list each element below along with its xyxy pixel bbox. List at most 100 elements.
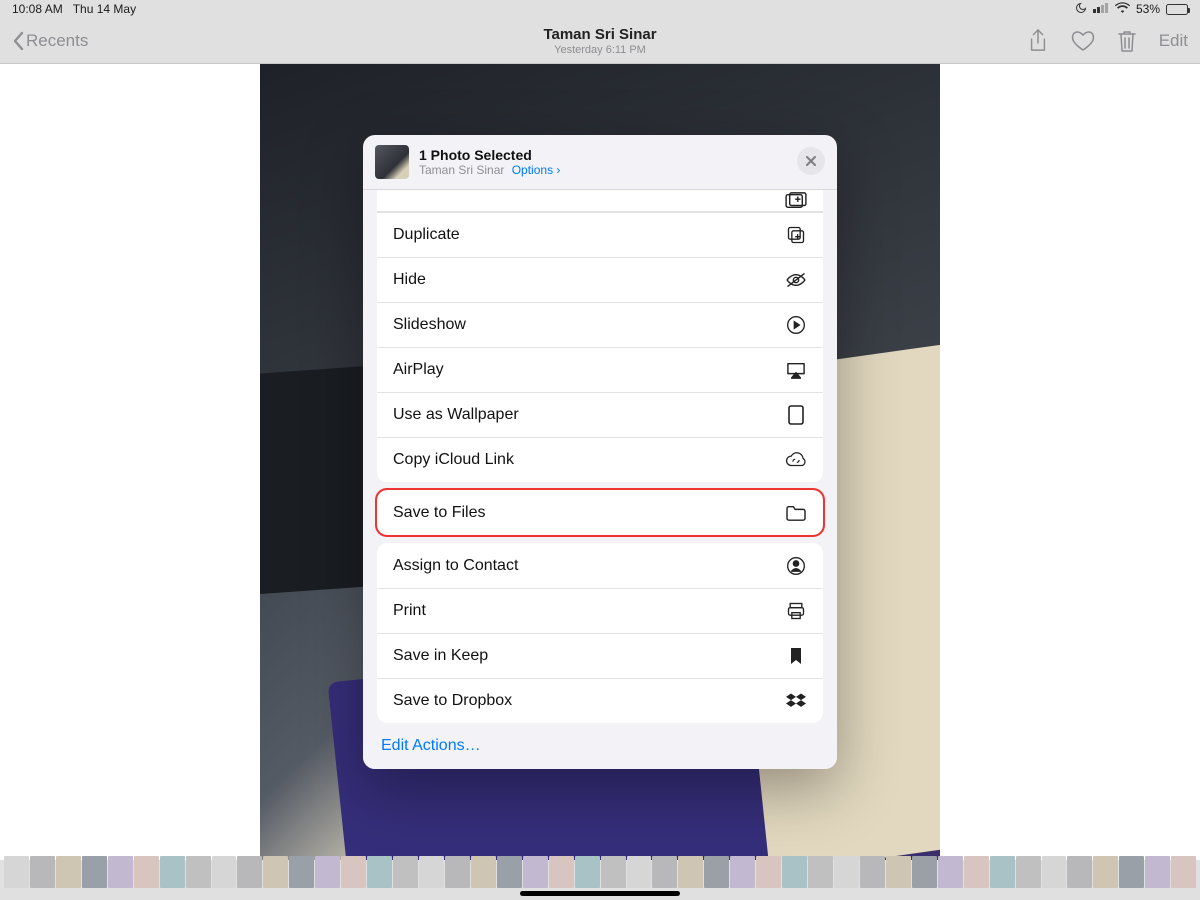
action-hide[interactable]: Hide	[377, 257, 823, 302]
thumbnail[interactable]	[938, 856, 963, 888]
wifi-icon	[1115, 2, 1130, 16]
thumbnail[interactable]	[678, 856, 703, 888]
thumbnail[interactable]	[1171, 856, 1196, 888]
nav-title-area: Taman Sri Sinar Yesterday 6:11 PM	[543, 26, 656, 56]
thumbnail[interactable]	[575, 856, 600, 888]
thumbnail[interactable]	[912, 856, 937, 888]
thumbnail[interactable]	[341, 856, 366, 888]
do-not-disturb-icon	[1075, 2, 1087, 17]
print-icon	[785, 600, 807, 622]
action-add-to-album-partial[interactable]	[377, 190, 823, 212]
thumbnail[interactable]	[756, 856, 781, 888]
edit-actions-link[interactable]: Edit Actions…	[377, 723, 823, 755]
thumbnail[interactable]	[419, 856, 444, 888]
battery-percent: 53%	[1136, 2, 1160, 16]
nav-title: Taman Sri Sinar	[543, 26, 656, 43]
thumbnail[interactable]	[30, 856, 55, 888]
airplay-icon	[785, 359, 807, 381]
thumbnail[interactable]	[186, 856, 211, 888]
edit-button[interactable]: Edit	[1159, 31, 1188, 51]
thumbnail[interactable]	[704, 856, 729, 888]
share-subtitle: Taman Sri Sinar Options ›	[419, 163, 560, 177]
action-label: AirPlay	[393, 361, 444, 379]
action-airplay[interactable]: AirPlay	[377, 347, 823, 392]
bookmark-icon	[785, 645, 807, 667]
nav-subtitle: Yesterday 6:11 PM	[543, 44, 656, 56]
action-label: Copy iCloud Link	[393, 451, 514, 469]
thumbnail[interactable]	[471, 856, 496, 888]
thumbnail[interactable]	[1093, 856, 1118, 888]
thumbnail[interactable]	[1042, 856, 1067, 888]
play-circle-icon	[785, 314, 807, 336]
nav-bar: Recents Taman Sri Sinar Yesterday 6:11 P…	[0, 18, 1200, 64]
action-label: Assign to Contact	[393, 557, 518, 575]
close-button[interactable]	[797, 147, 825, 175]
thumbnail[interactable]	[730, 856, 755, 888]
hide-icon	[785, 269, 807, 291]
action-save-to-files[interactable]: Save to Files	[377, 490, 823, 535]
add-to-album-icon	[785, 190, 807, 212]
thumbnail[interactable]	[56, 856, 81, 888]
thumbnail[interactable]	[886, 856, 911, 888]
thumbnail[interactable]	[627, 856, 652, 888]
share-icon[interactable]	[1027, 28, 1049, 54]
thumbnail[interactable]	[212, 856, 237, 888]
duplicate-icon	[785, 224, 807, 246]
thumbnail[interactable]	[289, 856, 314, 888]
thumbnail-strip[interactable]	[0, 856, 1200, 888]
thumbnail[interactable]	[134, 856, 159, 888]
action-duplicate[interactable]: Duplicate	[377, 212, 823, 257]
thumbnail[interactable]	[834, 856, 859, 888]
back-button[interactable]: Recents	[12, 31, 88, 51]
thumbnail[interactable]	[393, 856, 418, 888]
thumbnail[interactable]	[315, 856, 340, 888]
thumbnail[interactable]	[964, 856, 989, 888]
share-sheet: 1 Photo Selected Taman Sri Sinar Options…	[363, 135, 837, 769]
thumbnail[interactable]	[808, 856, 833, 888]
status-date: Thu 14 May	[73, 2, 136, 16]
home-indicator[interactable]	[520, 891, 680, 896]
thumbnail[interactable]	[160, 856, 185, 888]
folder-icon	[785, 502, 807, 524]
favorite-icon[interactable]	[1071, 30, 1095, 52]
thumbnail[interactable]	[549, 856, 574, 888]
wallpaper-icon	[785, 404, 807, 426]
back-label: Recents	[26, 31, 88, 51]
share-sheet-header: 1 Photo Selected Taman Sri Sinar Options…	[363, 135, 837, 189]
action-save-dropbox[interactable]: Save to Dropbox	[377, 678, 823, 723]
dropbox-icon	[785, 690, 807, 712]
action-label: Hide	[393, 271, 426, 289]
action-print[interactable]: Print	[377, 588, 823, 633]
thumbnail[interactable]	[497, 856, 522, 888]
cellular-icon	[1093, 2, 1109, 16]
thumbnail[interactable]	[263, 856, 288, 888]
status-time: 10:08 AM	[12, 2, 63, 16]
thumbnail[interactable]	[601, 856, 626, 888]
share-title: 1 Photo Selected	[419, 147, 560, 163]
thumbnail[interactable]	[445, 856, 470, 888]
thumbnail[interactable]	[4, 856, 29, 888]
status-bar: 10:08 AM Thu 14 May 53%	[0, 0, 1200, 18]
share-thumbnail[interactable]	[375, 145, 409, 179]
action-assign-contact[interactable]: Assign to Contact	[377, 543, 823, 588]
action-save-keep[interactable]: Save in Keep	[377, 633, 823, 678]
share-options-link[interactable]: Options ›	[512, 163, 561, 177]
action-slideshow[interactable]: Slideshow	[377, 302, 823, 347]
thumbnail[interactable]	[82, 856, 107, 888]
thumbnail[interactable]	[523, 856, 548, 888]
thumbnail[interactable]	[652, 856, 677, 888]
thumbnail[interactable]	[1016, 856, 1041, 888]
action-copy-icloud[interactable]: Copy iCloud Link	[377, 437, 823, 482]
thumbnail[interactable]	[990, 856, 1015, 888]
thumbnail[interactable]	[237, 856, 262, 888]
thumbnail[interactable]	[108, 856, 133, 888]
thumbnail[interactable]	[367, 856, 392, 888]
thumbnail[interactable]	[1067, 856, 1092, 888]
action-label: Slideshow	[393, 316, 466, 334]
thumbnail[interactable]	[860, 856, 885, 888]
thumbnail[interactable]	[1119, 856, 1144, 888]
thumbnail[interactable]	[1145, 856, 1170, 888]
thumbnail[interactable]	[782, 856, 807, 888]
trash-icon[interactable]	[1117, 29, 1137, 53]
action-wallpaper[interactable]: Use as Wallpaper	[377, 392, 823, 437]
